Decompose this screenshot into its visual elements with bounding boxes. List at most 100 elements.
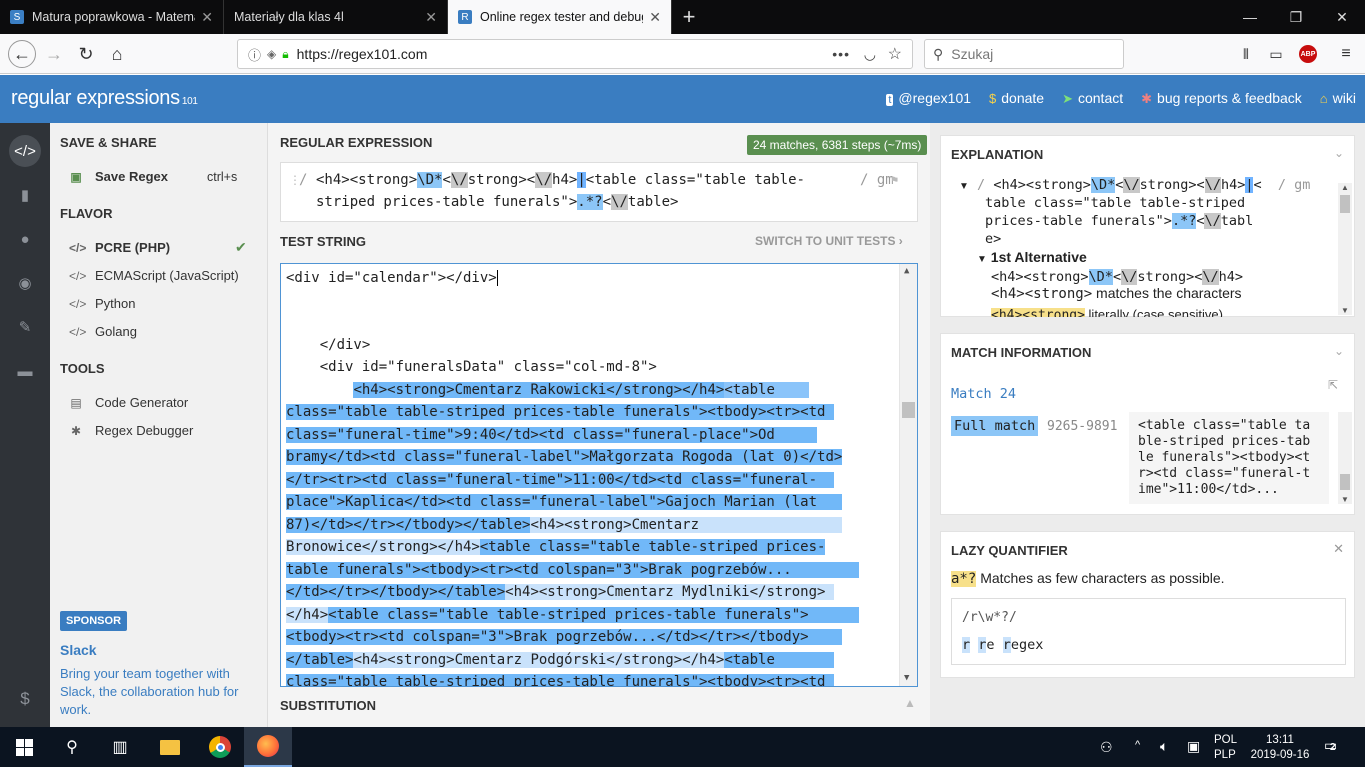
task-view-icon[interactable]: ▥ (96, 727, 144, 767)
dollar-icon: $ (989, 91, 997, 106)
donate-link[interactable]: $ donate (989, 90, 1044, 107)
new-tab-icon[interactable]: + (672, 0, 706, 34)
site-logo[interactable]: regular expressions 101 (11, 87, 198, 110)
shield-icon[interactable]: ◈ (267, 47, 276, 61)
explanation-scrollbar[interactable]: ▲ ▼ (1338, 183, 1352, 315)
tray-chevron-icon[interactable]: ^ (1135, 739, 1140, 751)
library-book-icon[interactable]: ▮ (9, 179, 41, 211)
scroll-down-icon[interactable]: ▼ (1341, 306, 1349, 315)
menu-icon[interactable]: ≡ (1334, 42, 1358, 66)
bug-reports-link[interactable]: ✱ bug reports & feedback (1141, 90, 1302, 107)
regex-flags[interactable]: / gm (860, 172, 894, 188)
browser-tab[interactable]: Materiały dla klas 4l ✕ (224, 0, 448, 34)
match-scrollbar[interactable]: ▼ (1338, 412, 1352, 504)
test-string-input[interactable]: <div id="calendar"></div> </div> <div id… (280, 263, 918, 687)
regex-editor-icon[interactable]: </> (9, 135, 41, 167)
search-input[interactable]: ⚲ Szukaj (924, 39, 1124, 69)
chevron-down-icon[interactable]: ⌄ (1334, 344, 1344, 358)
home-icon[interactable]: ⌂ (105, 42, 129, 66)
url-bar[interactable]: ⓘ ◈ 🔒︎ https://regex101.com ••• ◡ ☆ (237, 39, 913, 69)
chat-icon[interactable]: ▬ (9, 355, 41, 387)
unit-tests-link[interactable]: SWITCH TO UNIT TESTS › (755, 234, 903, 248)
alternative-heading[interactable]: ▼ 1st Alternative (977, 249, 1087, 265)
close-icon[interactable]: ✕ (1333, 541, 1344, 557)
wiki-link[interactable]: ⌂ wiki (1320, 90, 1356, 107)
file-explorer-icon[interactable] (146, 727, 194, 767)
dollar-sponsor-icon[interactable]: $ (9, 683, 41, 715)
explanation-line: e> (985, 231, 1002, 247)
back-arrow-icon[interactable]: ← (8, 40, 36, 68)
text-line: bramy</td><td class="funeral-label">Małg… (286, 449, 843, 465)
settings-wrench-icon[interactable]: ✎ (9, 311, 41, 343)
sponsor-name[interactable]: Slack (60, 642, 97, 658)
test-string-heading: TEST STRING (280, 234, 366, 249)
save-regex-button[interactable]: ▣ Save Regex (69, 169, 168, 184)
contact-link[interactable]: ➤ contact (1062, 90, 1123, 107)
info-icon[interactable]: ⓘ (248, 45, 261, 64)
library-icon[interactable]: ⫴ (1234, 42, 1258, 66)
desc-text: matches the characters (1096, 285, 1242, 301)
browser-tab-active[interactable]: R Online regex tester and debugg ✕ (448, 0, 672, 34)
page-actions-icon[interactable]: ••• (832, 46, 850, 62)
lazy-example-box: /r\w*?/ r re regex (951, 598, 1346, 665)
forward-arrow-icon[interactable]: → (42, 42, 66, 66)
test-string-scrollbar[interactable]: ▲ ▼ (899, 264, 917, 686)
regex-input[interactable]: ⋮ / <h4><strong>\D*<\/strong><\/h4>|<tab… (280, 162, 918, 222)
windows-start-icon[interactable] (0, 727, 48, 767)
flavor-pcre[interactable]: </> PCRE (PHP) (69, 240, 170, 255)
close-tab-icon[interactable]: ✕ (649, 9, 661, 26)
flavor-golang[interactable]: </> Golang (69, 324, 137, 339)
code-icon: </> (69, 296, 87, 311)
windows-taskbar: ⚲ ▥ ⚇ ^ 🔈︎ ▣ POL PLP 13:11 2019-09-16 ▭ 2 (0, 727, 1365, 767)
close-tab-icon[interactable]: ✕ (425, 9, 437, 26)
sponsor-text[interactable]: Bring your team together with Slack, the… (60, 665, 260, 719)
adblock-icon[interactable]: ABP (1296, 42, 1320, 66)
keyboard-code: PLP (1214, 749, 1236, 761)
lazy-rest: e (986, 637, 995, 653)
save-shortcut: ctrl+s (207, 170, 238, 184)
notifications-icon[interactable]: ▭ 2 (1324, 737, 1337, 754)
lazy-desc: Matches as few characters as possible. (980, 570, 1225, 586)
scroll-up-icon[interactable]: ▲ (1341, 183, 1349, 192)
clock[interactable]: 13:11 2019-09-16 (1250, 733, 1310, 763)
chevron-down-icon[interactable]: ⌄ (1334, 146, 1344, 160)
code-generator-item[interactable]: ▤ Code Generator (69, 395, 188, 410)
unit-tests-label: SWITCH TO UNIT TESTS (755, 234, 896, 248)
twitter-link[interactable]: t @regex101 (886, 90, 971, 107)
scroll-thumb[interactable] (1340, 474, 1350, 490)
scroll-thumb[interactable] (902, 402, 915, 418)
sidebar-icon[interactable]: ▭ (1264, 42, 1288, 66)
scroll-down-icon[interactable]: ▼ (1341, 495, 1349, 504)
scroll-up-icon[interactable]: ▲ (904, 266, 909, 276)
flavor-ecmascript[interactable]: </> ECMAScript (JavaScript) (69, 268, 239, 283)
share-icon[interactable]: ⇱ (1328, 378, 1338, 392)
browser-tab[interactable]: S Matura poprawkowa - Matema ✕ (0, 0, 224, 34)
scroll-down-icon[interactable]: ▼ (904, 673, 909, 683)
close-tab-icon[interactable]: ✕ (201, 9, 213, 26)
pocket-icon[interactable]: ◡ (864, 46, 876, 63)
lazy-example-text: r re regex (962, 637, 1043, 653)
link-label: donate (1001, 90, 1045, 106)
search-icon[interactable]: ⚲ (48, 727, 96, 767)
full-match-range: 9265-9891 (1047, 419, 1118, 434)
lock-icon[interactable]: 🔒︎ (282, 47, 288, 62)
flavor-python[interactable]: </> Python (69, 296, 135, 311)
volume-icon[interactable]: 🔈︎ (1160, 738, 1168, 755)
minimize-icon[interactable]: — (1227, 0, 1273, 34)
text-line: class="table table-striped prices-table … (286, 671, 834, 686)
network-icon[interactable]: ▣ (1187, 738, 1200, 755)
quiz-gamepad-icon[interactable]: ◉ (9, 267, 41, 299)
close-window-icon[interactable]: ✕ (1319, 0, 1365, 34)
regex-debugger-item[interactable]: ✱ Regex Debugger (69, 423, 193, 438)
restore-icon[interactable]: ❐ (1273, 0, 1319, 34)
reload-icon[interactable]: ↻ (74, 42, 98, 66)
scroll-thumb[interactable] (1340, 195, 1350, 213)
input-language[interactable]: POL PLP (1214, 733, 1237, 763)
account-icon[interactable]: ● (9, 223, 41, 255)
chevron-up-icon[interactable]: ▲ (904, 696, 916, 710)
people-icon[interactable]: ⚇ (1100, 739, 1113, 756)
bookmark-star-icon[interactable]: ☆ (888, 44, 902, 64)
chrome-icon[interactable] (196, 727, 244, 767)
firefox-icon[interactable] (244, 727, 292, 767)
flag-icon[interactable]: ⚑ (891, 173, 898, 187)
